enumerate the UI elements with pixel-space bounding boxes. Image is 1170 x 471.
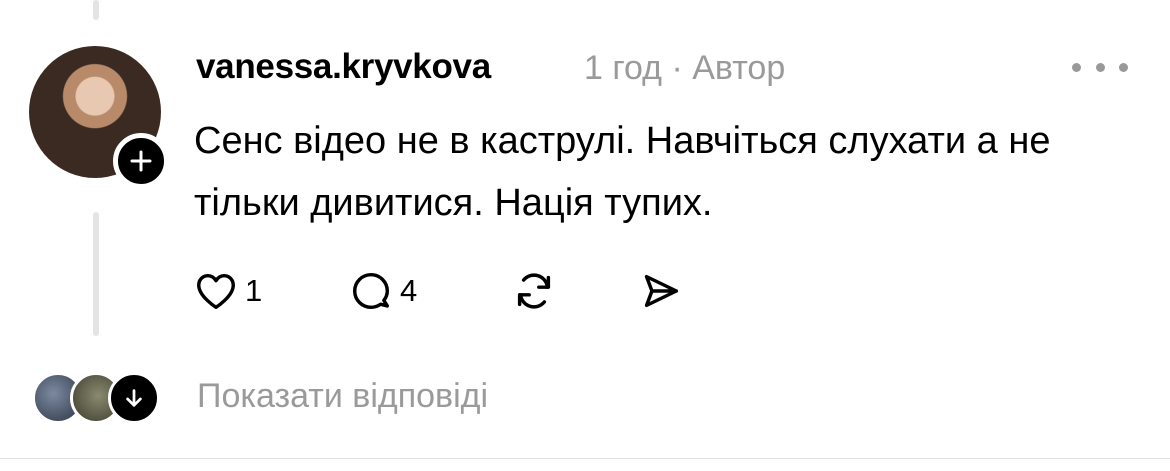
follow-button[interactable] xyxy=(113,133,169,189)
reply-avatars[interactable] xyxy=(32,372,172,424)
like-count: 1 xyxy=(245,273,263,308)
share-button[interactable] xyxy=(637,265,683,317)
reply-button[interactable]: 4 xyxy=(348,265,417,317)
username[interactable]: vanessa.kryvkova xyxy=(196,47,491,87)
thread-line xyxy=(93,212,99,336)
post-text: Сенс відео не в каструлі. Навчіться слух… xyxy=(194,120,1051,224)
post-meta: 1 год · Автор xyxy=(584,49,786,87)
divider xyxy=(0,458,1170,459)
plus-icon xyxy=(130,150,152,172)
thread-line-top xyxy=(93,0,99,20)
show-replies-link[interactable]: Показати відповіді xyxy=(197,377,488,416)
more-dots-icon xyxy=(1072,62,1081,72)
arrow-down-icon xyxy=(126,389,142,407)
expand-replies-button[interactable] xyxy=(108,372,160,424)
send-icon xyxy=(644,274,679,308)
speech-bubble-icon xyxy=(352,272,390,310)
more-dots-icon xyxy=(1095,62,1105,72)
heart-icon xyxy=(197,273,235,310)
repost-icon xyxy=(517,273,551,309)
more-options-button[interactable] xyxy=(1072,52,1128,82)
repost-button[interactable] xyxy=(511,265,557,317)
like-button[interactable]: 1 xyxy=(193,265,262,317)
more-dots-icon xyxy=(1119,62,1128,72)
reply-count: 4 xyxy=(400,273,418,308)
